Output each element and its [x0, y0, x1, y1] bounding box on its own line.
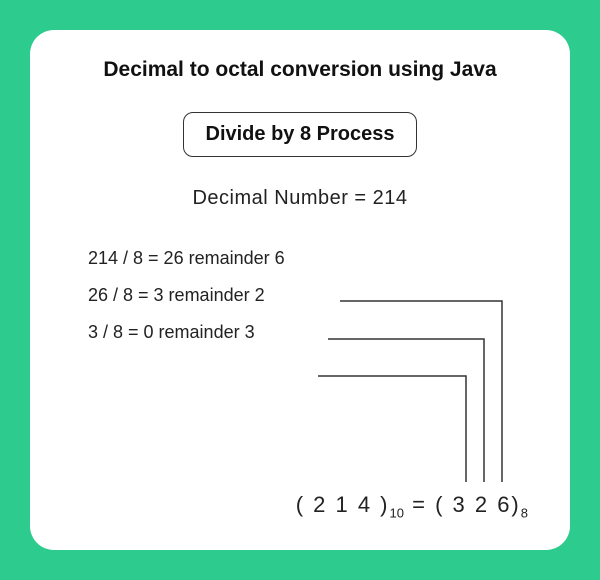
octal-base: 8: [521, 505, 528, 520]
process-box: Divide by 8 Process: [183, 112, 418, 157]
decimal-base: 10: [390, 505, 404, 520]
division-steps: 214 / 8 = 26 remainder 6 26 / 8 = 3 rema…: [62, 248, 538, 343]
decimal-number-line: Decimal Number = 214: [62, 187, 538, 210]
step-text: 3 / 8 = 0 remainder 3: [88, 322, 328, 343]
result-equation: ( 2 1 4 )10 = ( 3 2 6)8: [296, 492, 528, 520]
step-text: 26 / 8 = 3 remainder 2: [88, 285, 328, 306]
step-row: 26 / 8 = 3 remainder 2: [88, 285, 538, 306]
step-row: 3 / 8 = 0 remainder 3: [88, 322, 538, 343]
octal-tuple: ( 3 2 6): [435, 492, 521, 517]
decimal-tuple: ( 2 1 4 ): [296, 492, 390, 517]
process-row: Divide by 8 Process: [62, 112, 538, 157]
equals-sign: =: [404, 492, 435, 517]
step-row: 214 / 8 = 26 remainder 6: [88, 248, 538, 269]
page-title: Decimal to octal conversion using Java: [62, 58, 538, 82]
step-text: 214 / 8 = 26 remainder 6: [88, 248, 328, 269]
content-card: Decimal to octal conversion using Java D…: [30, 30, 570, 550]
